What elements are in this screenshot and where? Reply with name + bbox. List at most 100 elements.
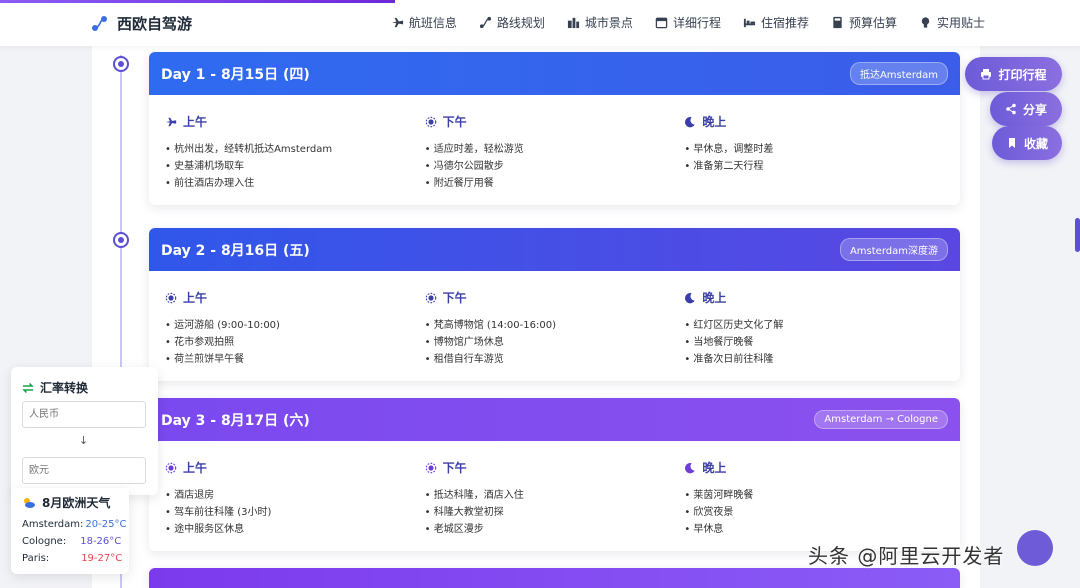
- list-item: 科隆大教堂初探: [425, 504, 685, 521]
- day-tag: Amsterdam深度游: [839, 238, 948, 261]
- day-title: Day 3 - 8月17日 (六): [161, 412, 310, 429]
- exchange-icon: [22, 382, 34, 393]
- timeline-dot: [113, 232, 129, 248]
- top-header: 西欧自驾游 航班信息 路线规划 城市景点 详细行程 住宿推荐 预算估算 实用贴士: [0, 0, 1080, 46]
- cloud-sun-icon: [24, 497, 35, 508]
- list-item: 欣赏夜景: [684, 504, 944, 521]
- period-morning: 上午 杭州出发，经转机抵达Amsterdam 史基浦机场取车 前往酒店办理入住: [165, 113, 425, 205]
- day-tag: Amsterdam → Cologne: [814, 410, 948, 429]
- list-item: 冯德尔公园散步: [425, 158, 685, 175]
- down-arrow-icon: ↓: [79, 434, 89, 447]
- day-card-1: Day 1 - 8月15日 (四) 抵达Amsterdam 上午 杭州出发，经转…: [149, 52, 960, 205]
- nav-budget[interactable]: 预算估算: [831, 14, 897, 31]
- list-item: 适应时差，轻松游览: [425, 141, 685, 158]
- list-item: 梵高博物馆 (14:00-16:00): [425, 317, 685, 334]
- nav-flights[interactable]: 航班信息: [391, 14, 457, 31]
- brand-title: 西欧自驾游: [117, 15, 193, 33]
- list-item: 准备次日前往科隆: [684, 351, 944, 368]
- period-morning: 上午 酒店退房 驾车前往科隆 (3小时) 途中服务区休息: [165, 459, 425, 551]
- list-item: 红灯区历史文化了解: [684, 317, 944, 334]
- day-body: 上午 运河游船 (9:00-10:00) 花市参观拍照 荷兰煎饼早午餐 下午 梵…: [149, 271, 960, 381]
- period-afternoon: 下午 梵高博物馆 (14:00-16:00) 博物馆广场休息 租借自行车游览: [425, 289, 685, 381]
- weather-row-amsterdam: Amsterdam: 20-25°C: [22, 519, 127, 530]
- day-header: Day 1 - 8月15日 (四) 抵达Amsterdam: [149, 52, 960, 95]
- day-card-4: [149, 568, 960, 588]
- day-title: Day 2 - 8月16日 (五): [161, 242, 310, 259]
- weather-row-paris: Paris: 19-27°C: [22, 553, 123, 564]
- day-tag: 抵达Amsterdam: [849, 62, 948, 85]
- day-card-3: Day 3 - 8月17日 (六) Amsterdam → Cologne 上午…: [149, 398, 960, 551]
- list-item: 早休息，调整时差: [684, 141, 944, 158]
- list-item: 驾车前往科隆 (3小时): [165, 504, 425, 521]
- list-item: 花市参观拍照: [165, 334, 425, 351]
- day-body: 上午 杭州出发，经转机抵达Amsterdam 史基浦机场取车 前往酒店办理入住 …: [149, 95, 960, 205]
- cny-input[interactable]: [22, 401, 146, 428]
- watermark: 头条 @阿里云开发者: [808, 544, 1005, 568]
- list-item: 莱茵河畔晚餐: [684, 487, 944, 504]
- sun-icon: [165, 292, 177, 303]
- list-item: 附近餐厅用餐: [425, 175, 685, 192]
- list-item: 早休息: [684, 521, 944, 538]
- period-evening: 晚上 莱茵河畔晚餐 欣赏夜景 早休息: [684, 459, 944, 551]
- weather-title: 8月欧洲天气: [22, 494, 110, 511]
- scrollbar-thumb[interactable]: [1075, 218, 1080, 252]
- list-item: 老城区漫步: [425, 521, 685, 538]
- period-evening: 晚上 红灯区历史文化了解 当地餐厅晚餐 准备次日前往科隆: [684, 289, 944, 381]
- nav-city[interactable]: 城市景点: [567, 14, 633, 31]
- nav-hotels[interactable]: 住宿推荐: [743, 14, 809, 31]
- list-item: 前往酒店办理入住: [165, 175, 425, 192]
- city-icon: [567, 17, 579, 29]
- route-logo-icon: [92, 15, 107, 31]
- period-afternoon: 下午 抵达科隆，酒店入住 科隆大教堂初探 老城区漫步: [425, 459, 685, 551]
- plane-icon: [391, 17, 403, 28]
- list-item: 博物馆广场休息: [425, 334, 685, 351]
- period-evening: 晚上 早休息，调整时差 准备第二天行程: [684, 113, 944, 205]
- eur-input[interactable]: [22, 457, 146, 484]
- plane-icon: [165, 117, 177, 126]
- list-item: 抵达科隆，酒店入住: [425, 487, 685, 504]
- day-header: Day 2 - 8月16日 (五) Amsterdam深度游: [149, 228, 960, 271]
- nav-itinerary[interactable]: 详细行程: [655, 14, 721, 31]
- list-item: 准备第二天行程: [684, 158, 944, 175]
- nav-route[interactable]: 路线规划: [479, 14, 545, 31]
- sun-icon: [425, 116, 436, 127]
- list-item: 当地餐厅晚餐: [684, 334, 944, 351]
- list-item: 酒店退房: [165, 487, 425, 504]
- moon-icon: [685, 116, 696, 127]
- calendar-icon: [655, 17, 668, 29]
- favorite-button[interactable]: 收藏: [992, 126, 1062, 160]
- period-afternoon: 下午 适应时差，轻松游览 冯德尔公园散步 附近餐厅用餐: [425, 113, 685, 205]
- printer-icon: [981, 69, 992, 80]
- route-icon: [479, 16, 491, 29]
- list-item: 荷兰煎饼早午餐: [165, 351, 425, 368]
- day-body: 上午 酒店退房 驾车前往科隆 (3小时) 途中服务区休息 下午 抵达科隆，酒店入…: [149, 441, 960, 551]
- bed-icon: [743, 18, 756, 28]
- period-morning: 上午 运河游船 (9:00-10:00) 花市参观拍照 荷兰煎饼早午餐: [165, 289, 425, 381]
- currency-converter: 汇率转换 ↓: [11, 367, 158, 495]
- list-item: 运河游船 (9:00-10:00): [165, 317, 425, 334]
- list-item: 史基浦机场取车: [165, 158, 425, 175]
- sun-icon: [425, 292, 436, 303]
- day-card-2: Day 2 - 8月16日 (五) Amsterdam深度游 上午 运河游船 (…: [149, 228, 960, 381]
- lightbulb-icon: [921, 17, 930, 28]
- nav-tips[interactable]: 实用贴士: [919, 14, 985, 31]
- main-nav: 航班信息 路线规划 城市景点 详细行程 住宿推荐 预算估算 实用贴士: [391, 14, 985, 31]
- back-to-top-button[interactable]: [1017, 530, 1053, 566]
- print-itinerary-button[interactable]: 打印行程: [965, 57, 1062, 91]
- currency-title: 汇率转换: [22, 379, 88, 396]
- day-header: Day 3 - 8月17日 (六) Amsterdam → Cologne: [149, 398, 960, 441]
- share-icon: [1006, 103, 1016, 115]
- list-item: 途中服务区休息: [165, 521, 425, 538]
- calculator-icon: [833, 16, 842, 29]
- timeline-dot: [113, 56, 129, 72]
- weather-row-cologne: Cologne: 18-26°C: [22, 536, 122, 547]
- list-item: 租借自行车游览: [425, 351, 685, 368]
- bookmark-icon: [1008, 138, 1015, 148]
- day-title: Day 1 - 8月15日 (四): [161, 66, 310, 83]
- share-button[interactable]: 分享: [990, 92, 1062, 126]
- brand[interactable]: 西欧自驾游: [91, 13, 192, 34]
- sun-icon: [425, 462, 436, 473]
- list-item: 杭州出发，经转机抵达Amsterdam: [165, 141, 425, 158]
- moon-icon: [685, 292, 696, 303]
- moon-icon: [685, 462, 696, 473]
